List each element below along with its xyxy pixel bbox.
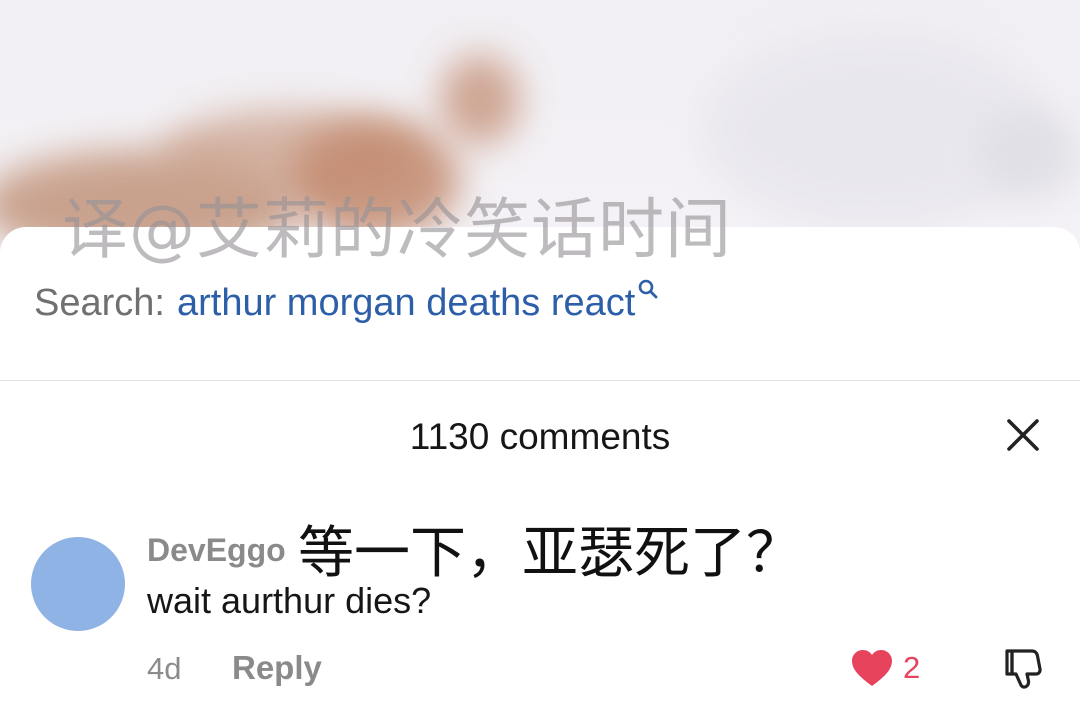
reply-button[interactable]: Reply bbox=[232, 649, 322, 687]
comments-count: 1130 comments bbox=[409, 416, 671, 457]
avatar[interactable] bbox=[31, 537, 125, 631]
search-icon bbox=[639, 279, 658, 299]
blur-shape bbox=[440, 55, 520, 145]
search-suggestion[interactable]: Search: arthur morgan deaths react bbox=[34, 279, 659, 325]
translation-overlay: 等一下，亚瑟死了？ bbox=[298, 521, 802, 586]
comment-username[interactable]: DevEggo bbox=[147, 532, 286, 569]
watermark: 译@艾莉的冷笑话时间 bbox=[62, 191, 732, 268]
blur-shape bbox=[980, 110, 1080, 200]
tiktok-comments-screen: 译@艾莉的冷笑话时间 Search: arthur morgan deaths … bbox=[0, 0, 1080, 727]
heart-icon[interactable] bbox=[850, 648, 894, 688]
thumbs-down-icon[interactable] bbox=[1002, 648, 1044, 690]
divider bbox=[0, 380, 1080, 381]
search-prefix: Search: bbox=[34, 282, 165, 324]
comment-time: 4d bbox=[147, 651, 182, 686]
like-count: 2 bbox=[903, 650, 921, 685]
search-query-link[interactable]: arthur morgan deaths react bbox=[177, 282, 635, 325]
close-icon[interactable] bbox=[1004, 416, 1042, 454]
